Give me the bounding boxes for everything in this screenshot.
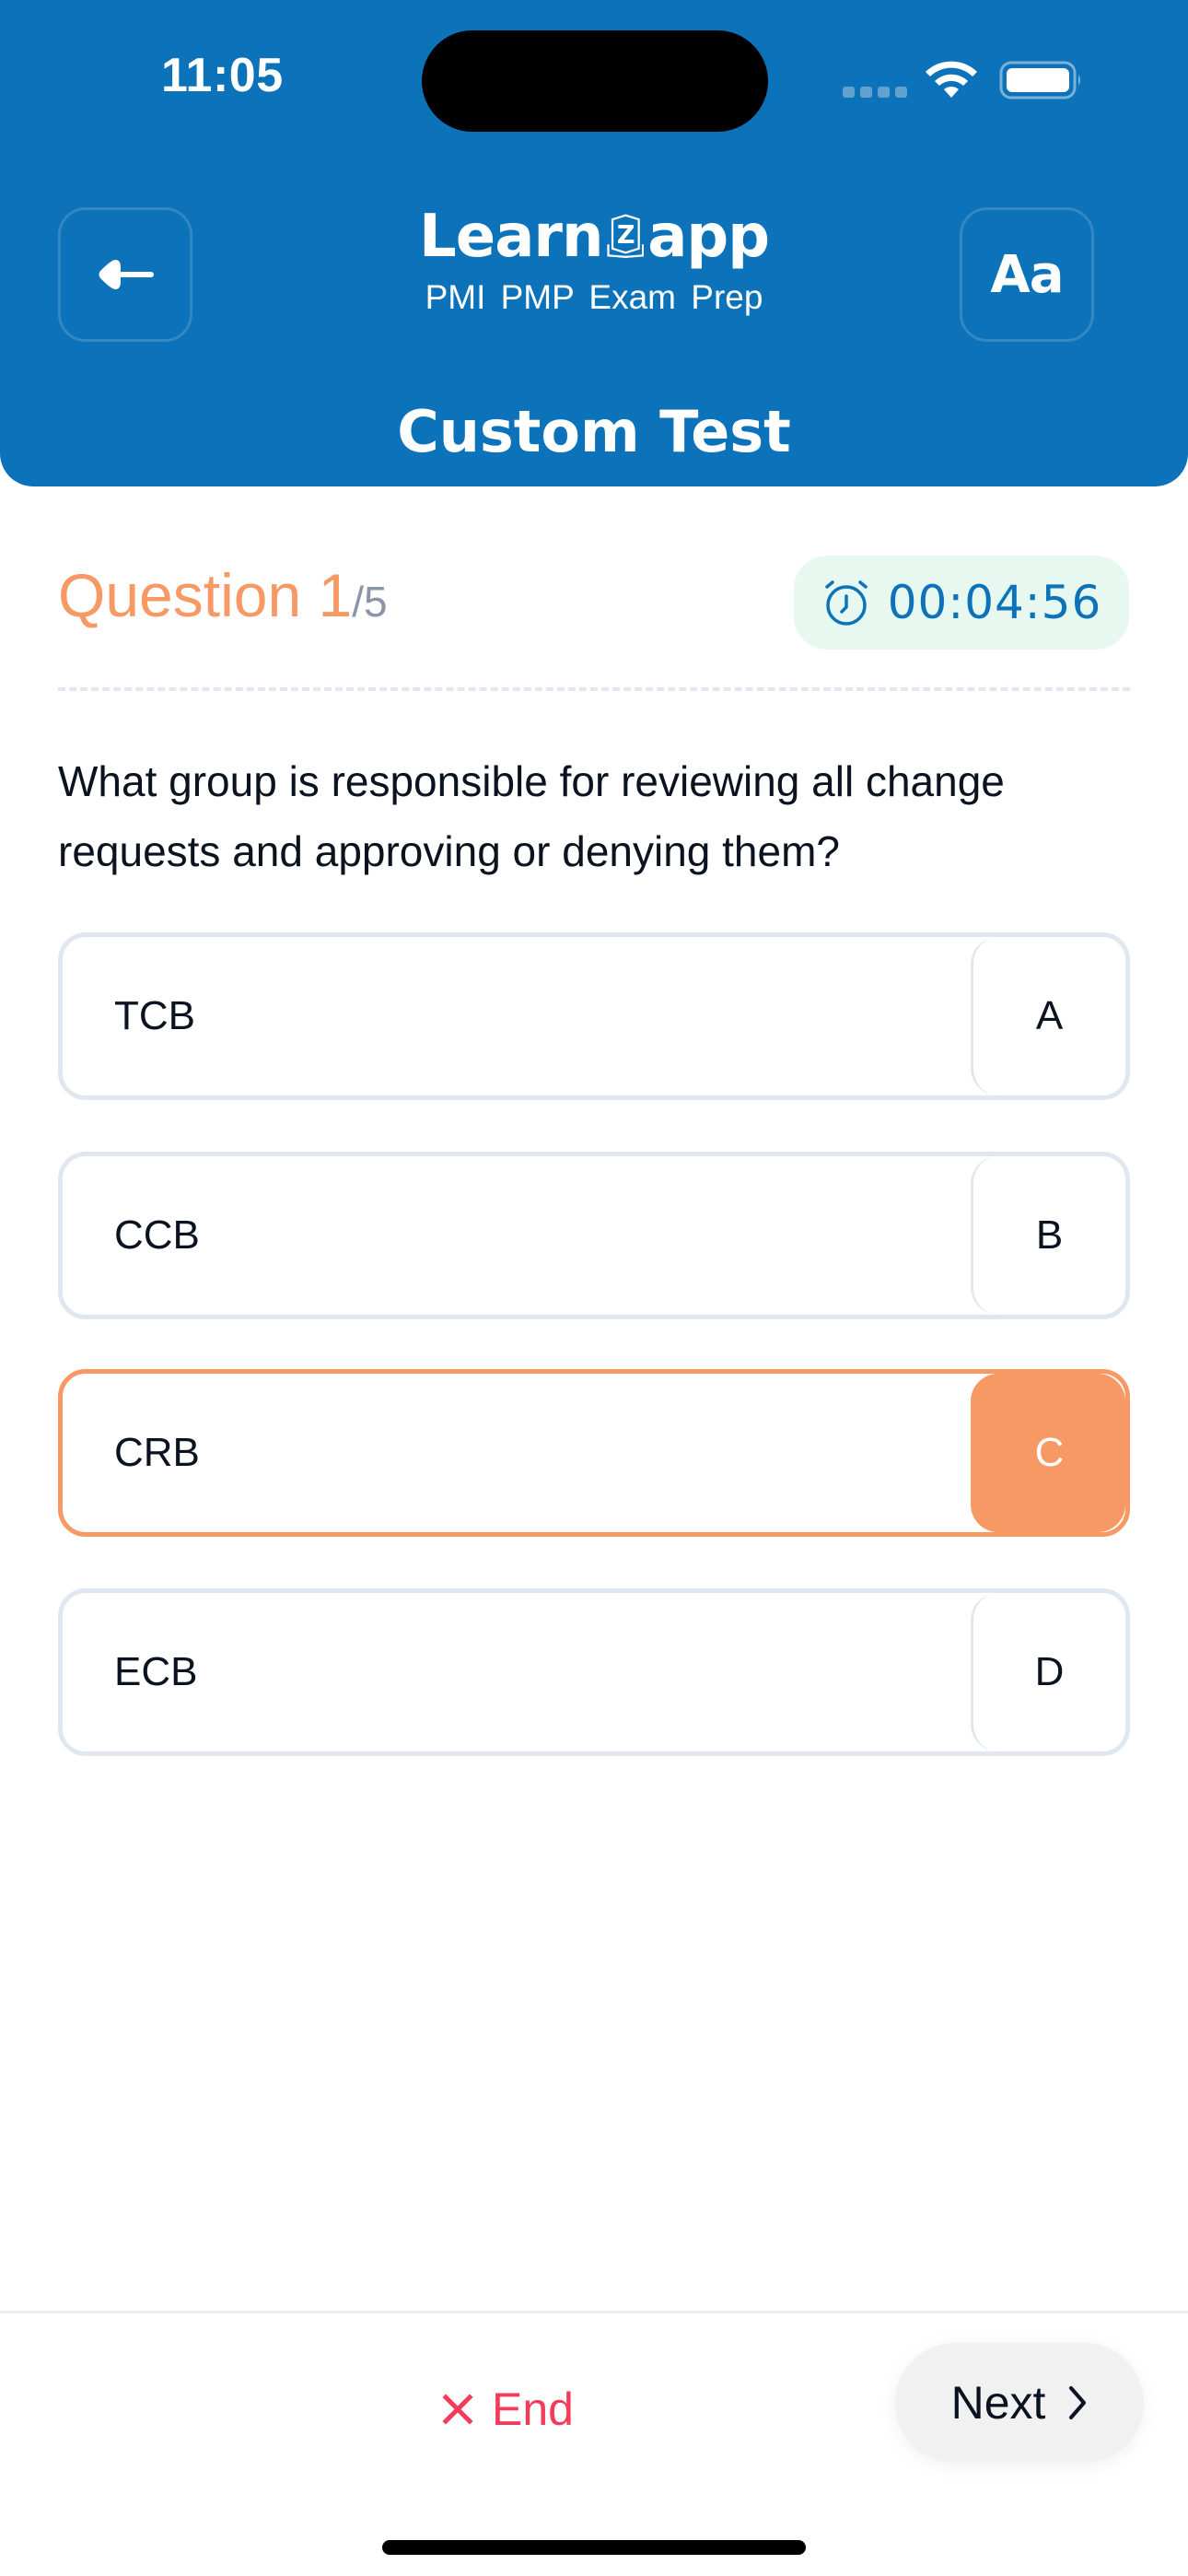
option-text: ECB: [114, 1649, 198, 1694]
app-logo: Learn Z app PMI PMP Exam Prep: [419, 203, 770, 317]
answer-option-d[interactable]: ECB D: [58, 1588, 1130, 1756]
dynamic-island: [422, 30, 768, 132]
option-letter: B: [971, 1156, 1125, 1315]
option-text: CCB: [114, 1212, 200, 1258]
alarm-clock-icon: [824, 580, 868, 626]
app-header: 11:05 Learn Z app PMI PMP Exam Prep Aa C…: [0, 0, 1188, 486]
arrow-left-icon: [99, 260, 154, 289]
question-counter: Question 1/5: [58, 560, 388, 630]
next-button[interactable]: Next: [895, 2343, 1144, 2463]
chevron-right-icon: [1069, 2386, 1087, 2419]
book-z-logo-icon: Z: [606, 214, 644, 258]
close-icon: [442, 2394, 473, 2425]
logo-text-right: app: [647, 203, 770, 271]
status-time: 11:05: [161, 49, 284, 102]
answer-option-b[interactable]: CCB B: [58, 1152, 1130, 1319]
question-text: What group is responsible for reviewing …: [58, 757, 1005, 875]
timer-value: 00:04:56: [887, 576, 1102, 629]
back-button[interactable]: [58, 207, 192, 342]
wifi-icon: [926, 61, 977, 98]
option-letter: C: [971, 1374, 1125, 1532]
page-title: Custom Test: [397, 398, 791, 465]
answer-option-c[interactable]: CRB C: [58, 1369, 1130, 1537]
next-label: Next: [950, 2377, 1046, 2429]
app-subtitle: PMI PMP Exam Prep: [425, 278, 763, 316]
font-size-button[interactable]: Aa: [960, 207, 1094, 342]
dashed-divider: [58, 687, 1130, 691]
cellular-signal-icon: [843, 87, 907, 98]
footer-divider: [0, 2311, 1188, 2313]
question-label: Question 1: [58, 561, 353, 629]
end-test-button[interactable]: End: [442, 2368, 574, 2451]
answer-option-a[interactable]: TCB A: [58, 932, 1130, 1100]
timer-badge: 00:04:56: [794, 556, 1129, 650]
option-text: CRB: [114, 1430, 200, 1475]
end-label: End: [492, 2383, 574, 2435]
logo-mark: Z: [616, 221, 634, 250]
battery-icon: [999, 61, 1080, 100]
home-indicator[interactable]: [382, 2540, 806, 2555]
option-letter: D: [971, 1593, 1125, 1751]
option-letter: A: [971, 937, 1125, 1095]
question-total: /5: [352, 578, 388, 626]
logo-text-left: Learn: [419, 203, 603, 271]
option-text: TCB: [114, 993, 195, 1038]
font-size-icon: Aa: [990, 244, 1064, 305]
